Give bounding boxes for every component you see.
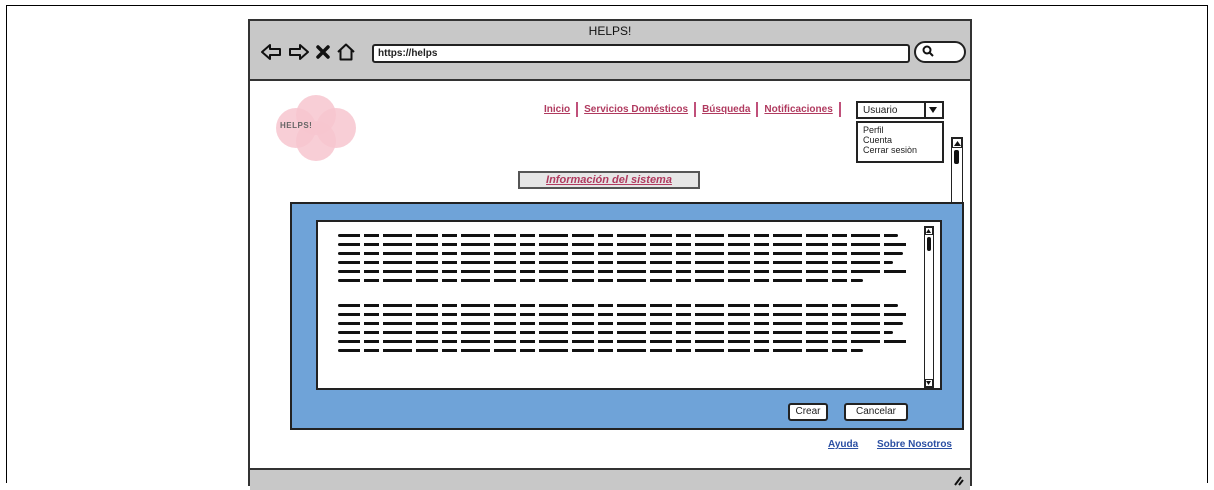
chevron-down-icon [929, 107, 937, 113]
resize-grip-icon[interactable] [952, 474, 964, 486]
chevron-up-icon [953, 140, 961, 146]
nav-link-busqueda[interactable]: Búsqueda [696, 104, 756, 115]
create-button[interactable]: Crear [788, 403, 828, 421]
dropdown-arrow[interactable] [924, 103, 942, 117]
menu-item-cuenta[interactable]: Cuenta [863, 135, 937, 145]
scroll-thumb[interactable] [954, 150, 959, 164]
search-button[interactable] [914, 41, 966, 63]
forward-arrow-icon[interactable] [288, 43, 310, 61]
scroll-thumb[interactable] [926, 237, 931, 251]
paragraph-block [338, 234, 908, 288]
scroll-up-arrow[interactable] [925, 227, 933, 235]
home-icon[interactable] [336, 43, 356, 61]
main-nav: Inicio Servicios Domésticos Búsqueda Not… [538, 102, 841, 117]
nav-link-inicio[interactable]: Inicio [538, 104, 576, 115]
window-title: HELPS! [588, 24, 632, 38]
user-dropdown-value: Usuario [863, 105, 898, 116]
menu-item-perfil[interactable]: Perfil [863, 125, 937, 135]
textarea-scrollbar[interactable] [924, 226, 934, 388]
footer-links: Ayuda Sobre Nosotros [812, 439, 952, 450]
about-link[interactable]: Sobre Nosotros [877, 439, 952, 450]
site-logo[interactable] [274, 95, 358, 166]
browser-titlebar: HELPS! https://helps [250, 21, 970, 81]
scroll-up-arrow[interactable] [952, 138, 962, 148]
nav-separator [838, 102, 841, 117]
search-icon [922, 45, 934, 57]
system-info-panel: Crear Cancelar [290, 202, 964, 430]
browser-status-bar [250, 468, 970, 490]
close-icon[interactable] [316, 44, 330, 60]
browser-window: HELPS! https://helps HELPS! Inicio Servi… [248, 19, 972, 490]
chevron-up-icon [926, 229, 931, 233]
nav-link-notificaciones[interactable]: Notificaciones [758, 104, 838, 115]
help-link[interactable]: Ayuda [828, 439, 858, 450]
logo-text: HELPS! [280, 121, 313, 130]
system-info-textarea[interactable] [316, 220, 942, 390]
user-dropdown[interactable]: Usuario [856, 101, 944, 119]
cancel-button[interactable]: Cancelar [844, 403, 908, 421]
section-title: Información del sistema [518, 171, 700, 189]
paragraph-block [338, 304, 908, 358]
scroll-down-arrow[interactable] [925, 379, 933, 387]
menu-item-cerrar-sesion[interactable]: Cerrar sesiòn [863, 145, 937, 155]
browser-nav [260, 40, 362, 64]
back-arrow-icon[interactable] [260, 43, 282, 61]
url-input[interactable]: https://helps [372, 44, 910, 63]
chevron-down-icon [926, 381, 931, 385]
user-dropdown-menu: Perfil Cuenta Cerrar sesiòn [856, 121, 944, 163]
nav-link-servicios[interactable]: Servicios Domésticos [578, 104, 694, 115]
